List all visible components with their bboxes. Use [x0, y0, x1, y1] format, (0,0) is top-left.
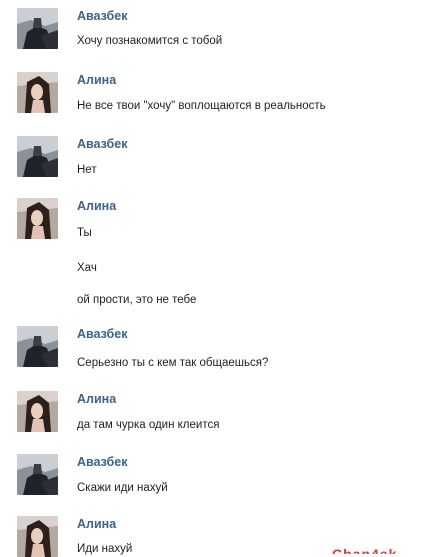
- watermark: Chan4ek: [332, 546, 422, 554]
- avazbek-avatar[interactable]: [17, 454, 58, 495]
- avazbek-avatar[interactable]: [17, 136, 58, 177]
- message-text: да там чурка один клеится: [77, 419, 220, 431]
- avazbek-avatar[interactable]: [17, 326, 58, 367]
- alina-avatar[interactable]: [17, 198, 58, 239]
- message-text: Ты: [77, 227, 92, 239]
- author-name[interactable]: Авазбек: [77, 326, 127, 342]
- avazbek-avatar[interactable]: [17, 8, 58, 49]
- message-text: Иди нахуй: [77, 543, 133, 555]
- message-text: Не все твои "хочу" воплощаются в реально…: [77, 100, 326, 112]
- author-name[interactable]: Авазбек: [77, 8, 127, 24]
- watermark-text: Chan4ek: [332, 546, 398, 554]
- message-text: Хочу познакомится с тобой: [77, 35, 223, 47]
- author-name[interactable]: Алина: [77, 516, 116, 532]
- message-text: Хач: [77, 262, 97, 274]
- author-name[interactable]: Авазбек: [77, 136, 127, 152]
- author-name[interactable]: Алина: [77, 198, 116, 214]
- alina-avatar[interactable]: [17, 516, 58, 557]
- author-name[interactable]: Алина: [77, 391, 116, 407]
- message-text: Скажи иди нахуй: [77, 482, 168, 494]
- message-text: Серьезно ты с кем так общаешься?: [77, 357, 269, 369]
- message-text: ой прости, это не тебе: [77, 294, 197, 306]
- author-name[interactable]: Авазбек: [77, 454, 127, 470]
- chat-history: Авазбек Хочу познакомится с тобой Алина …: [0, 0, 422, 557]
- author-name[interactable]: Алина: [77, 72, 116, 88]
- alina-avatar[interactable]: [17, 72, 58, 113]
- alina-avatar[interactable]: [17, 391, 58, 432]
- message-text: Нет: [77, 164, 97, 176]
